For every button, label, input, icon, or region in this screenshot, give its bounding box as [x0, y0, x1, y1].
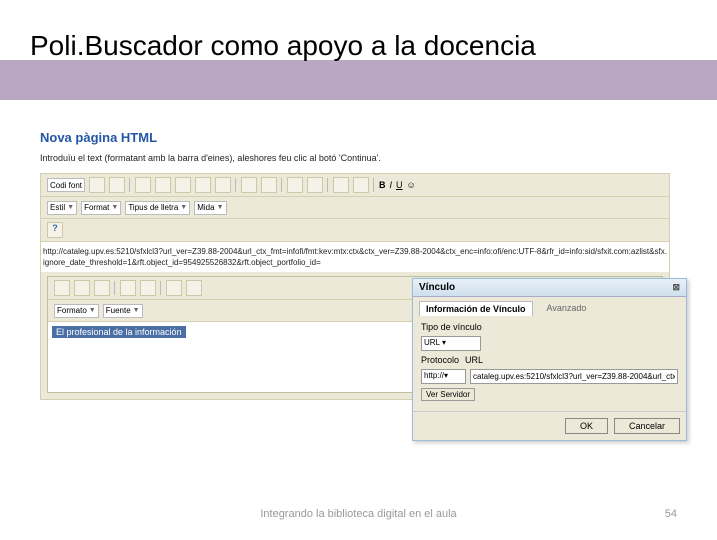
selectall-icon[interactable]	[333, 177, 349, 193]
page-heading: Nova pàgina HTML	[40, 130, 680, 145]
dialog-tabs: Información de Vínculo Avanzado	[413, 297, 686, 316]
link-dialog: Vínculo ⊠ Información de Vínculo Avanzad…	[412, 278, 687, 441]
dialog-titlebar: Vínculo ⊠	[413, 279, 686, 297]
em-format-select[interactable]: Formato▼	[54, 304, 99, 318]
copy-icon[interactable]	[155, 177, 171, 193]
em-paste-icon[interactable]	[94, 280, 110, 296]
em-redo-icon[interactable]	[140, 280, 156, 296]
save-icon[interactable]	[109, 177, 125, 193]
redo-icon[interactable]	[261, 177, 277, 193]
paste-word-icon[interactable]	[215, 177, 231, 193]
em-image-icon[interactable]	[186, 280, 202, 296]
dialog-buttons: OK Cancelar	[413, 411, 686, 440]
em-undo-icon[interactable]	[120, 280, 136, 296]
em-cut-icon[interactable]	[54, 280, 70, 296]
toolbar-row-2: Estil▼ Format▼ Tipus de lletra▼ Mida▼	[41, 197, 669, 219]
dialog-body: Tipo de vínculo URL ▾ Protocolo URL http…	[413, 316, 686, 411]
dialog-title-text: Vínculo	[419, 282, 455, 293]
selected-text: El profesional de la información	[52, 326, 186, 338]
title-band	[0, 60, 717, 100]
slide-title: Poli.Buscador como apoyo a la docencia	[30, 30, 536, 62]
toolbar-row-1: Codi font B I U ☺	[41, 174, 669, 197]
new-icon[interactable]	[89, 177, 105, 193]
em-link-icon[interactable]	[166, 280, 182, 296]
protocol-label: Protocolo	[421, 355, 461, 365]
protocol-select[interactable]: http://▾	[421, 369, 466, 384]
emoji-icon[interactable]: ☺	[407, 180, 416, 190]
cancel-button[interactable]: Cancelar	[614, 418, 680, 434]
toolbar-row-3: ?	[41, 219, 669, 242]
ok-button[interactable]: OK	[565, 418, 608, 434]
type-label: Tipo de vínculo	[421, 322, 482, 332]
removefmt-icon[interactable]	[353, 177, 369, 193]
em-font-select[interactable]: Fuente▼	[103, 304, 143, 318]
url-text-block: http://cataleg.upv.es:5210/sfxlcl3?url_v…	[41, 242, 669, 272]
slide-footer: Integrando la biblioteca digital en el a…	[0, 508, 717, 520]
url-input[interactable]	[470, 369, 678, 384]
tab-info[interactable]: Información de Vínculo	[419, 301, 533, 316]
browse-server-button[interactable]: Ver Servidor	[421, 388, 475, 401]
undo-icon[interactable]	[241, 177, 257, 193]
source-button[interactable]: Codi font	[47, 178, 85, 192]
em-copy-icon[interactable]	[74, 280, 90, 296]
paste-text-icon[interactable]	[195, 177, 211, 193]
font-select[interactable]: Tipus de lletra▼	[125, 201, 190, 215]
paste-icon[interactable]	[175, 177, 191, 193]
intro-text: Introduïu el text (formatant amb la barr…	[40, 153, 680, 163]
size-select[interactable]: Mida▼	[194, 201, 226, 215]
format-select[interactable]: Format▼	[81, 201, 121, 215]
type-select[interactable]: URL ▾	[421, 336, 481, 351]
underline-icon[interactable]: U	[396, 180, 403, 190]
close-icon[interactable]: ⊠	[672, 282, 680, 293]
bold-icon[interactable]: B	[379, 180, 386, 190]
find-icon[interactable]	[287, 177, 303, 193]
cut-icon[interactable]	[135, 177, 151, 193]
url-label: URL	[465, 355, 513, 365]
style-select[interactable]: Estil▼	[47, 201, 77, 215]
page-number: 54	[665, 508, 677, 520]
tab-advanced[interactable]: Avanzado	[541, 301, 593, 316]
help-icon[interactable]: ?	[47, 222, 63, 238]
replace-icon[interactable]	[307, 177, 323, 193]
italic-icon[interactable]: I	[390, 180, 393, 190]
